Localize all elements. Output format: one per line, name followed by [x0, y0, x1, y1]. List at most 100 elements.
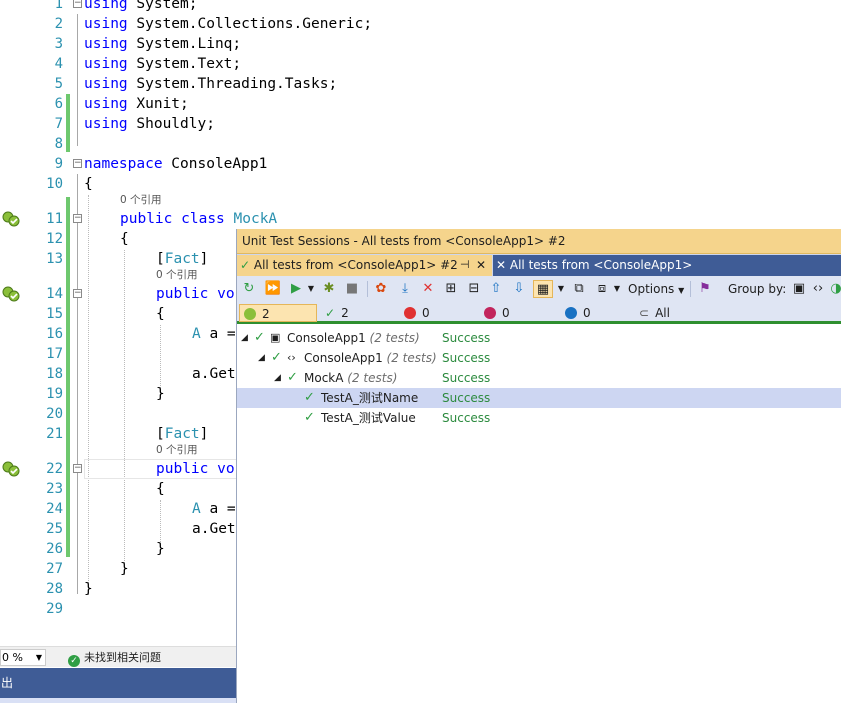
code-token: public [120, 211, 173, 227]
zoom-value: 0 % [2, 651, 23, 664]
tree-item-status: Success [442, 391, 491, 405]
line-number: 16 [46, 326, 63, 342]
expand-triangle-icon[interactable]: ◢ [274, 368, 281, 388]
code-line[interactable]: 7 using Shouldly; [0, 114, 841, 134]
code-token: using [84, 0, 128, 12]
code-text: public class MockA [120, 209, 277, 229]
output-tab[interactable]: 出 [0, 668, 260, 698]
chevron-down-icon: ▼ [35, 653, 42, 662]
group-namespace-icon[interactable]: ‹› [811, 280, 825, 298]
code-line[interactable]: 6 using Xunit; [0, 94, 841, 114]
group-project-icon[interactable]: ▣ [791, 280, 807, 298]
line-number: 5 [54, 76, 63, 92]
collapse-all-icon[interactable]: ⊟ [466, 280, 482, 298]
fold-toggle-icon[interactable]: − [73, 214, 82, 223]
code-token: Xunit; [127, 96, 189, 112]
tree-row[interactable]: ◢ ✓ ▣ ConsoleApp1 (2 tests) Success [237, 328, 841, 348]
rerun-icon[interactable]: ↻ [241, 280, 257, 298]
download-icon[interactable]: ⤓ [397, 280, 413, 298]
chevron-down-icon[interactable]: ▼ [557, 280, 565, 298]
fold-toggle-icon[interactable]: − [73, 289, 82, 298]
run-icon[interactable]: ▶ [289, 280, 303, 298]
reference-count-lens[interactable]: 0 个引用 [120, 193, 162, 208]
filter-failed[interactable]: 0 [404, 304, 430, 322]
group-by-label: Group by: [728, 282, 787, 296]
import-icon[interactable]: ⧈ [594, 280, 610, 298]
tree-item-label: TestA_测试Name [321, 388, 418, 408]
code-line[interactable]: 11 public class MockA [0, 209, 841, 229]
chevron-down-icon[interactable]: ▼ [307, 280, 315, 298]
tree-item-count: (2 tests) [386, 351, 437, 365]
arrow-down-icon[interactable]: ⇩ [512, 280, 526, 298]
fold-toggle-icon[interactable]: − [73, 159, 82, 168]
fold-toggle-icon[interactable]: − [73, 464, 82, 473]
group-category-icon[interactable]: ◑ [829, 280, 841, 298]
reference-count-lens[interactable]: 0 个引用 [156, 268, 198, 283]
window-title: Unit Test Sessions - All tests from <Con… [242, 234, 566, 248]
code-text: using System.Collections.Generic; [84, 14, 372, 34]
reference-count-lens[interactable]: 0 个引用 [156, 443, 198, 458]
issues-indicator[interactable]: ✓ 未找到相关问题 [68, 650, 161, 667]
line-number: 18 [46, 366, 63, 382]
session-tabs: ✓ All tests from <ConsoleApp1> #2 ⊣ ✕ ✕ … [237, 254, 841, 276]
stop-icon[interactable]: ■ [345, 280, 359, 298]
tree-item-status: Success [442, 371, 491, 385]
code-token: { [156, 306, 165, 322]
test-passed-glyph-icon[interactable] [2, 211, 20, 227]
expand-triangle-icon[interactable]: ◢ [258, 348, 265, 368]
close-icon[interactable]: ✕ [496, 258, 506, 272]
code-line[interactable]: 9 namespace ConsoleApp1 [0, 154, 841, 174]
window-title-bar[interactable]: Unit Test Sessions - All tests from <Con… [237, 229, 841, 254]
code-token: } [84, 581, 93, 597]
expand-all-icon[interactable]: ⊞ [443, 280, 459, 298]
code-token: vo [208, 461, 235, 477]
tab-session-2[interactable]: ✓ All tests from <ConsoleApp1> #2 ⊣ ✕ [237, 255, 492, 276]
tree-row[interactable]: ◢ ✓ MockA (2 tests) Success [237, 368, 841, 388]
code-line[interactable]: 3 using System.Linq; [0, 34, 841, 54]
code-token: Fact [164, 426, 200, 442]
code-line[interactable]: 10 { [0, 174, 841, 194]
track-icon[interactable]: ✿ [373, 280, 389, 298]
filter-icon[interactable]: ⚑ [697, 280, 713, 298]
export-icon[interactable]: ⧉ [571, 280, 587, 298]
ignored-count: 0 [502, 306, 510, 320]
pin-icon[interactable]: ⊣ [460, 255, 470, 275]
filter-total[interactable]: 2 [239, 304, 317, 322]
tree-row[interactable]: ✓ TestA_测试Name Success [237, 388, 841, 408]
code-line[interactable]: 5 using System.Threading.Tasks; [0, 74, 841, 94]
tree-row[interactable]: ✓ TestA_测试Value Success [237, 408, 841, 428]
test-passed-glyph-icon[interactable] [2, 286, 20, 302]
code-text: { [84, 174, 93, 194]
line-number: 6 [54, 96, 63, 112]
filter-ignored[interactable]: 0 [484, 304, 510, 322]
layout-icon[interactable]: ▦ [533, 280, 553, 298]
chevron-down-icon[interactable]: ▼ [613, 280, 621, 298]
zoom-dropdown[interactable]: 0 % ▼ [0, 649, 46, 666]
test-passed-glyph-icon[interactable] [2, 461, 20, 477]
arrow-up-icon[interactable]: ⇧ [489, 280, 503, 298]
options-button[interactable]: Options ▼ [628, 280, 684, 298]
filter-passed[interactable]: ✓ 2 [325, 304, 349, 322]
filter-all[interactable]: ⊂ All [639, 304, 670, 322]
code-line[interactable]: 2 using System.Collections.Generic; [0, 14, 841, 34]
run-all-icon[interactable]: ⏩ [264, 280, 282, 298]
line-number: 17 [46, 346, 63, 362]
code-token: ] [199, 426, 209, 442]
code-line[interactable]: 4 using System.Text; [0, 54, 841, 74]
fold-toggle-icon[interactable]: − [73, 0, 82, 8]
code-token: using [84, 36, 128, 52]
code-token: { [156, 481, 165, 497]
tab-session-1[interactable]: ✕ All tests from <ConsoleApp1> [493, 255, 841, 276]
expand-triangle-icon[interactable]: ◢ [241, 328, 248, 348]
code-text: a.Get [192, 519, 236, 539]
line-number: 26 [46, 541, 63, 557]
tree-row[interactable]: ◢ ✓ ‹› ConsoleApp1 (2 tests) Success [237, 348, 841, 368]
code-line[interactable]: 1 using System; [0, 0, 841, 14]
tree-item-status: Success [442, 411, 491, 425]
filter-unknown[interactable]: 0 [565, 304, 591, 322]
close-icon[interactable]: ✕ [476, 255, 486, 275]
remove-icon[interactable]: ✕ [420, 280, 436, 298]
code-line[interactable]: 8 [0, 134, 841, 154]
debug-icon[interactable]: ✱ [321, 280, 337, 298]
code-token: System.Collections.Generic; [127, 16, 373, 32]
